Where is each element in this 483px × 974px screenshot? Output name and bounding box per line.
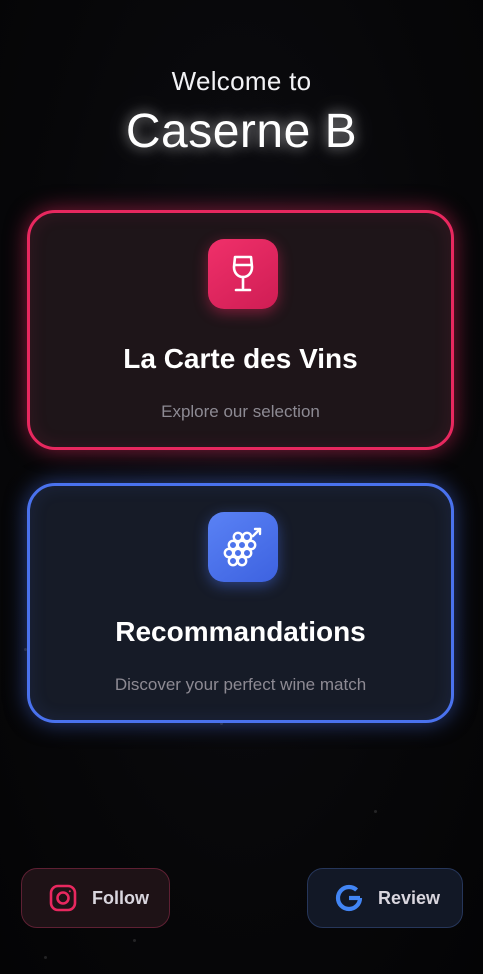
app-screen: Welcome to Caserne B La Carte des Vins E… <box>0 0 483 974</box>
wine-list-title: La Carte des Vins <box>123 343 358 374</box>
background-dot <box>374 810 377 813</box>
review-label: Review <box>378 887 441 908</box>
wine-glass-icon <box>208 239 278 309</box>
wine-list-card[interactable]: La Carte des Vins Explore our selection <box>27 210 454 450</box>
brand-title: Caserne B <box>125 105 358 158</box>
recommendations-card[interactable]: Recommandations Discover your perfect wi… <box>27 483 454 723</box>
instagram-icon <box>48 883 78 913</box>
welcome-text: Welcome to <box>171 66 312 96</box>
follow-label: Follow <box>92 887 149 908</box>
background-dot <box>44 956 47 959</box>
recommendations-subtitle: Discover your perfect wine match <box>114 675 367 694</box>
review-button[interactable]: Review <box>307 868 463 928</box>
follow-button[interactable]: Follow <box>21 868 170 928</box>
wine-list-subtitle: Explore our selection <box>161 402 320 421</box>
background-dot <box>133 939 136 942</box>
grapes-icon <box>208 512 278 582</box>
recommendations-title: Recommandations <box>115 616 366 647</box>
google-icon <box>334 883 364 913</box>
